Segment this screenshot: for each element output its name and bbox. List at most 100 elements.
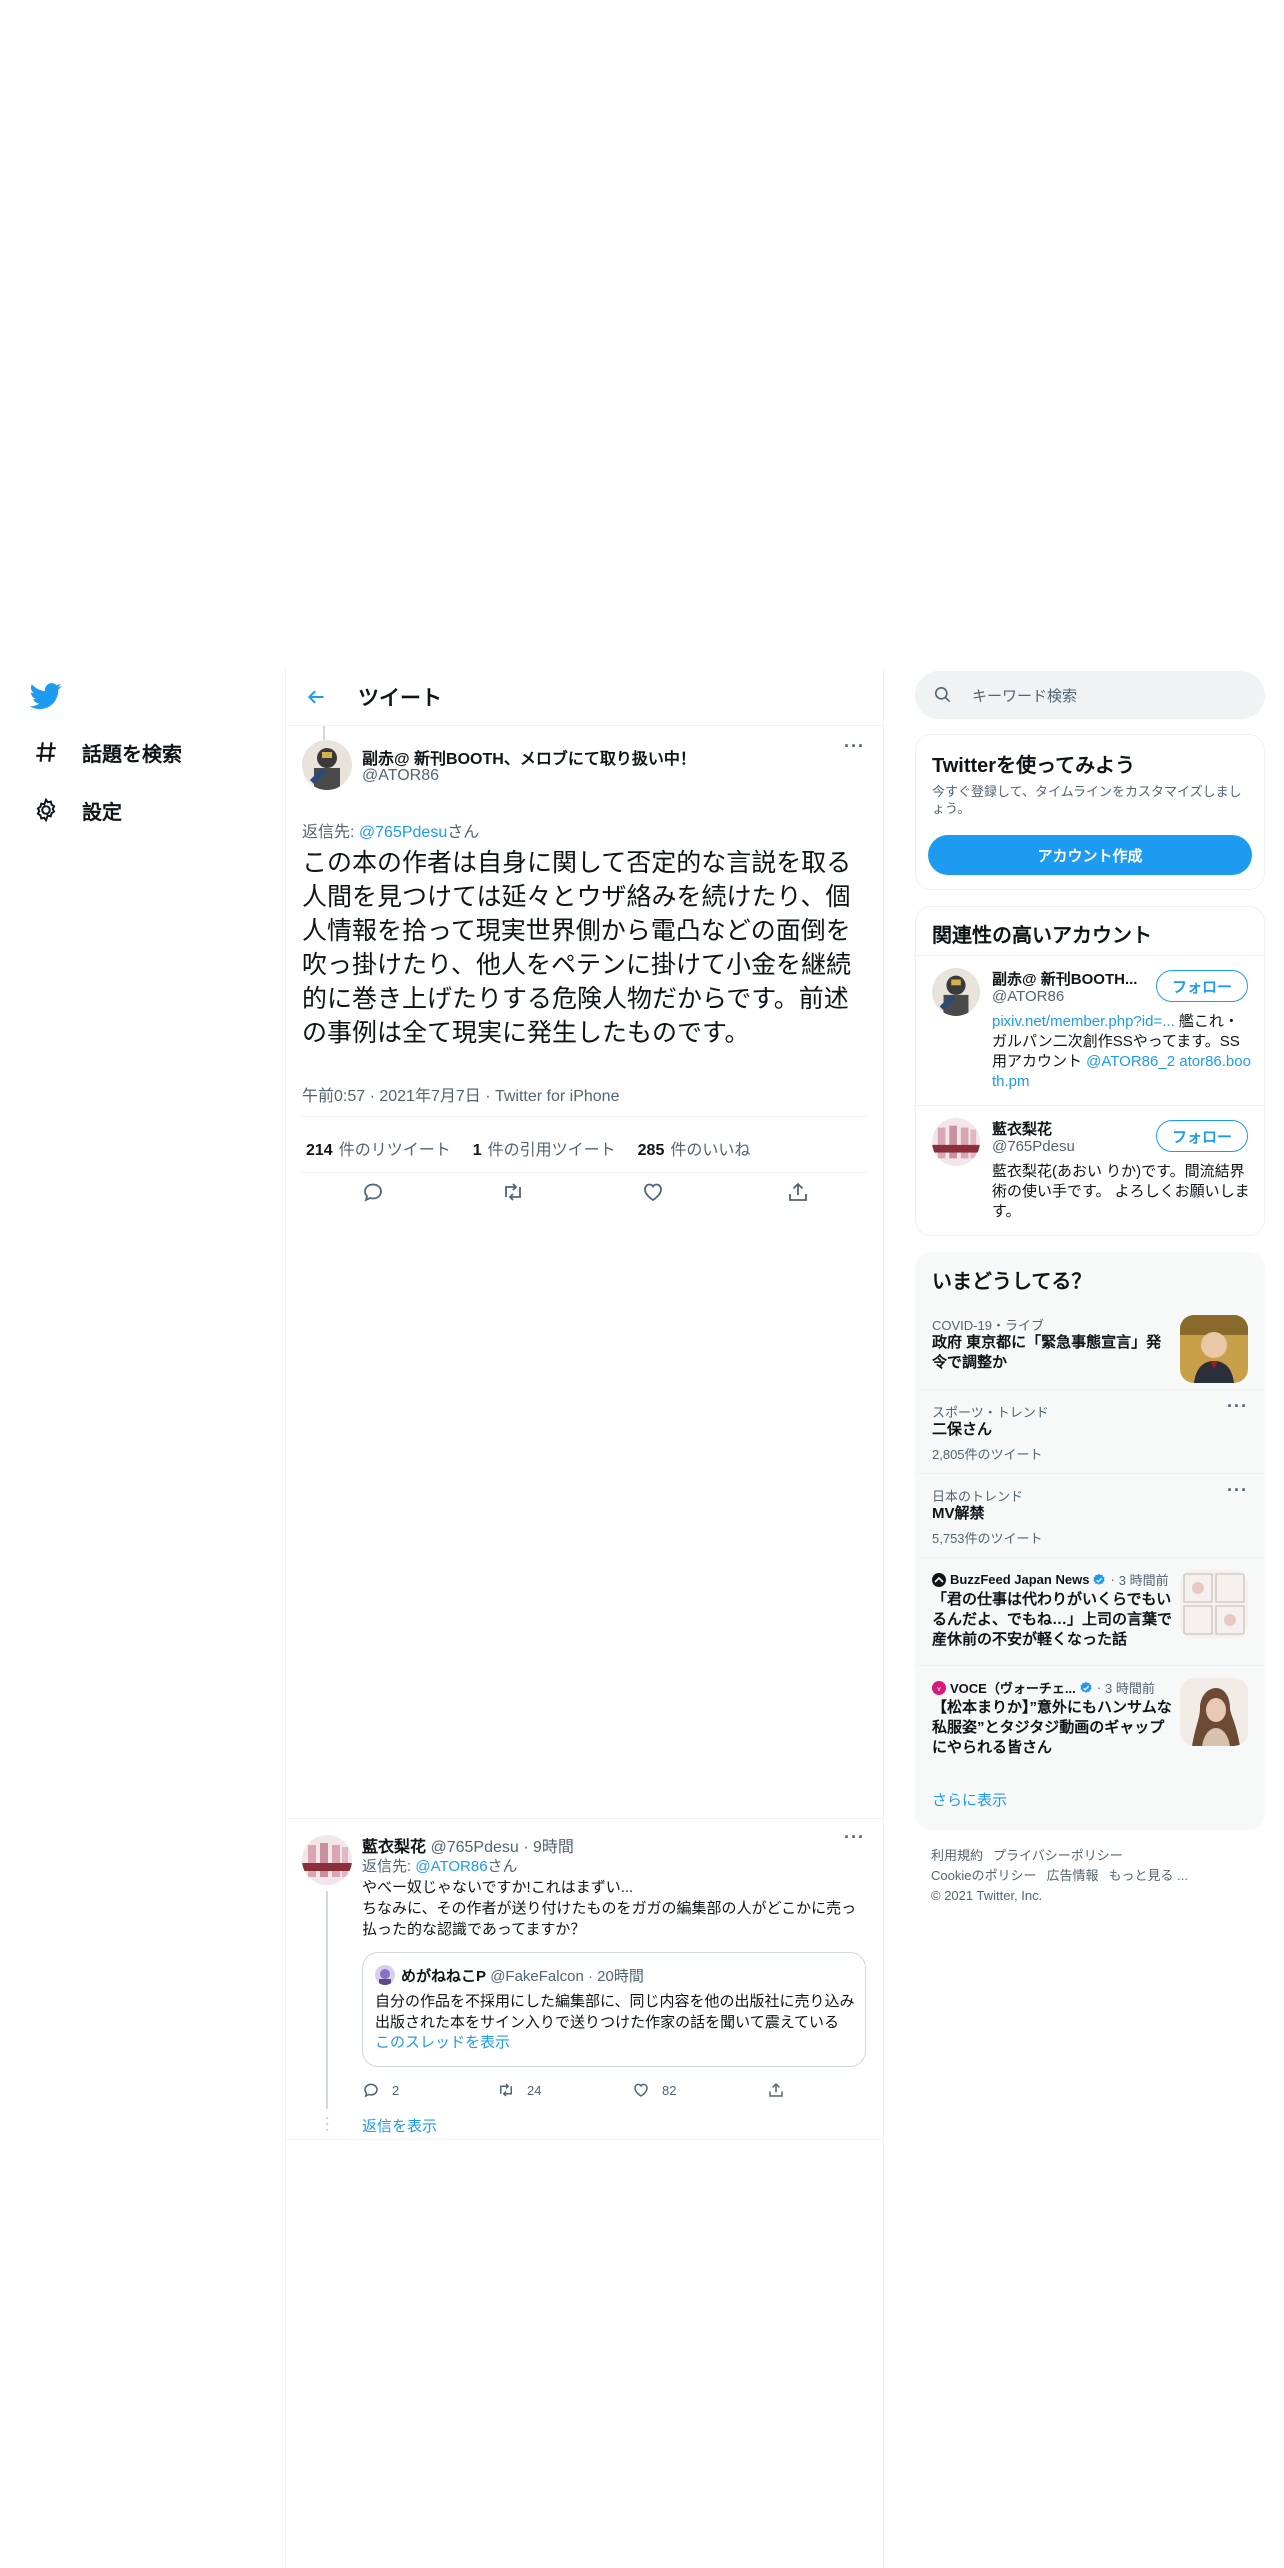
more-icon[interactable]: ··· (844, 736, 865, 757)
more-icon[interactable]: ··· (1227, 1480, 1248, 1501)
account-name[interactable]: 藍衣梨花 (992, 1118, 1142, 1139)
main-column: ツイート 副赤@ 新刊BOOTH、メロブにて取り扱い中！ @ATOR86 ···… (285, 668, 884, 2568)
avatar[interactable] (302, 740, 352, 790)
account-handle[interactable]: @765Pdesu (992, 1138, 1075, 1155)
trend-item[interactable]: COVID-19・ライブ 政府 東京都に「緊急事態宣言」発令で調整か (916, 1303, 1264, 1389)
tweet-meta[interactable]: 午前0:57 · 2021年7月7日 · Twitter for iPhone (302, 1082, 619, 1106)
share-button[interactable] (767, 2081, 797, 2099)
news-item[interactable]: BuzzFeed Japan News · 3 時間前 「君の仕事は代わりがいくら… (916, 1557, 1264, 1665)
avatar (375, 1965, 395, 1985)
trend-item[interactable]: スポーツ・トレンド 二保さん 2,805件のツイート ··· (916, 1389, 1264, 1473)
reply-text: やべー奴じゃないですか!これはまずい... ちなみに、その作者が送り付けたものを… (362, 1877, 862, 1940)
avatar[interactable] (932, 1118, 980, 1166)
reply-time[interactable]: 9時間 (533, 1839, 574, 1856)
footer-terms[interactable]: 利用規約 (931, 1848, 983, 1863)
retweet-label: 件のリツイート (338, 1142, 451, 1159)
reply-actions: 2 24 82 (362, 2081, 862, 2105)
retweet-button[interactable]: 24 (497, 2081, 541, 2099)
trend-count: 2,805件のツイート (932, 1447, 1043, 1462)
more-icon[interactable]: ··· (844, 1827, 865, 1848)
reply-tweet[interactable]: 藍衣梨花 @765Pdesu · 9時間 ··· 返信先: @ATOR86さん … (286, 1818, 883, 2140)
reply-icon[interactable] (361, 1180, 387, 1206)
show-replies-link[interactable]: 返信を表示 (362, 2115, 437, 2136)
reply-to-link[interactable]: @ATOR86 (415, 1858, 487, 1875)
trend-item[interactable]: 日本のトレンド MV解禁 5,753件のツイート ··· (916, 1473, 1264, 1557)
retweet-icon[interactable] (501, 1180, 527, 1206)
news-item[interactable]: v VOCE（ヴォーチェ... · 3 時間前 【松本まりか】”意外にもハンサムな… (916, 1665, 1264, 1771)
reply-to-suffix: さん (487, 1858, 518, 1875)
reply-author-name[interactable]: 藍衣梨花 (362, 1839, 426, 1856)
twitter-logo-icon[interactable] (30, 680, 62, 712)
trend-thumbnail (1180, 1315, 1248, 1383)
reply-text-line: やべー奴じゃないですか!これはまずい... (362, 1879, 634, 1896)
news-time: 3 時間前 (1105, 1681, 1155, 1696)
divider (302, 1116, 868, 1117)
signup-description: 今すぐ登録して、タイムラインをカスタマイズしましょう。 (932, 784, 1242, 816)
account-item[interactable]: 藍衣梨花 @765Pdesu フォロー 藍衣梨花(あおい りか)です。間流結界術… (916, 1105, 1264, 1235)
like-count: 285 (637, 1142, 665, 1159)
quoted-tweet[interactable]: めがねねこP @FakeFalcon · 20時間 自分の作品を不採用にした編集… (362, 1952, 866, 2067)
back-arrow-icon[interactable] (301, 682, 331, 712)
reply-author-handle[interactable]: @765Pdesu (430, 1839, 518, 1856)
like-button[interactable]: 82 (632, 2081, 676, 2099)
trend-context: COVID-19・ライブ (932, 1318, 1044, 1333)
show-thread-link[interactable]: このスレッドを表示 (375, 2031, 510, 2052)
heart-icon[interactable] (641, 1180, 667, 1206)
retweet-count: 214 (306, 1142, 333, 1159)
main-header: ツイート (286, 668, 883, 726)
tweet-author-handle[interactable]: @ATOR86 (362, 767, 439, 785)
account-name[interactable]: 副赤@ 新刊BOOTH... (992, 968, 1142, 989)
footer-more[interactable]: もっと見る ... (1108, 1868, 1187, 1883)
news-time: 3 時間前 (1118, 1573, 1169, 1588)
nav-settings[interactable]: 設定 (30, 790, 122, 830)
retweet-stat[interactable]: 214 件のリツイート (306, 1136, 451, 1160)
reply-button[interactable]: 2 (362, 2081, 399, 2099)
reply-to-prefix: 返信先: (302, 824, 359, 841)
reply-header: 藍衣梨花 @765Pdesu · 9時間 (362, 1833, 574, 1857)
signup-card: Twitterを使ってみよう 今すぐ登録して、タイムラインをカスタマイズしましょ… (915, 734, 1265, 890)
account-bio: 藍衣梨花(あおい りか)です。間流結界術の使い手です。 よろしくお願いします。 (992, 1163, 1250, 1220)
avatar[interactable] (932, 968, 980, 1016)
more-icon[interactable]: ··· (1227, 1396, 1248, 1417)
quote-stat[interactable]: 1 件の引用ツイート (473, 1136, 616, 1160)
follow-button[interactable]: フォロー (1156, 1120, 1248, 1152)
tweet-author-name[interactable]: 副赤@ 新刊BOOTH、メロブにて取り扱い中！ (362, 745, 696, 769)
footer-cookie[interactable]: Cookieのポリシー (931, 1868, 1036, 1883)
like-stat[interactable]: 285 件のいいね (638, 1136, 751, 1160)
related-title: 関連性の高いアカウント (932, 925, 1152, 947)
reply-to-line: 返信先: @ATOR86さん (362, 1855, 518, 1876)
account-item[interactable]: 副赤@ 新刊BOOTH... @ATOR86 フォロー pixiv.net/me… (916, 955, 1264, 1105)
nav-explore-label: 話題を検索 (82, 743, 182, 766)
retweet-icon (500, 2083, 512, 2097)
quote-label: 件の引用ツイート (487, 1142, 616, 1159)
nav-explore[interactable]: 話題を検索 (30, 732, 182, 772)
quote-author-name: めがねねこP (401, 1968, 487, 1985)
reply-to-line: 返信先: @765Pdesuさん (302, 818, 479, 842)
footer-ads[interactable]: 広告情報 (1046, 1868, 1098, 1883)
like-label: 件のいいね (670, 1142, 751, 1159)
trend-title: 政府 東京都に「緊急事態宣言」発令で調整か (932, 1334, 1162, 1371)
reply-to-link[interactable]: @765Pdesu (359, 824, 447, 841)
bio-link[interactable]: @ATOR86_2 (1086, 1053, 1175, 1070)
create-account-button[interactable]: アカウント作成 (928, 835, 1252, 875)
trend-title: MV解禁 (932, 1505, 985, 1522)
search-input[interactable]: キーワード検索 (915, 671, 1265, 719)
trend-count: 5,753件のツイート (932, 1531, 1043, 1546)
news-source: v VOCE（ヴォーチェ... · 3 時間前 (932, 1678, 1155, 1697)
share-icon[interactable] (786, 1180, 812, 1206)
trends-card: いまどうしてる？ COVID-19・ライブ 政府 東京都に「緊急事態宣言」発令で… (915, 1252, 1265, 1830)
news-thumbnail (1180, 1678, 1248, 1746)
trend-title: 二保さん (932, 1421, 993, 1438)
reply-to-prefix: 返信先: (362, 1858, 416, 1875)
account-handle[interactable]: @ATOR86 (992, 988, 1064, 1005)
avatar[interactable] (302, 1835, 352, 1885)
page-title: ツイート (358, 687, 442, 710)
follow-button[interactable]: フォロー (1156, 970, 1248, 1002)
bio-link[interactable]: pixiv.net/member.php?id=... (992, 1013, 1175, 1030)
show-more-link[interactable]: さらに表示 (932, 1789, 1007, 1810)
news-source-name: VOCE（ヴォーチェ... (950, 1681, 1076, 1696)
trend-context: スポーツ・トレンド (932, 1405, 1049, 1420)
news-title: 【松本まりか】”意外にもハンサムな私服姿”とタジタジ動画のギャップにやられる皆さ… (932, 1699, 1172, 1756)
footer-privacy[interactable]: プライバシーポリシー (993, 1848, 1123, 1863)
svg-text:v: v (937, 1686, 941, 1693)
